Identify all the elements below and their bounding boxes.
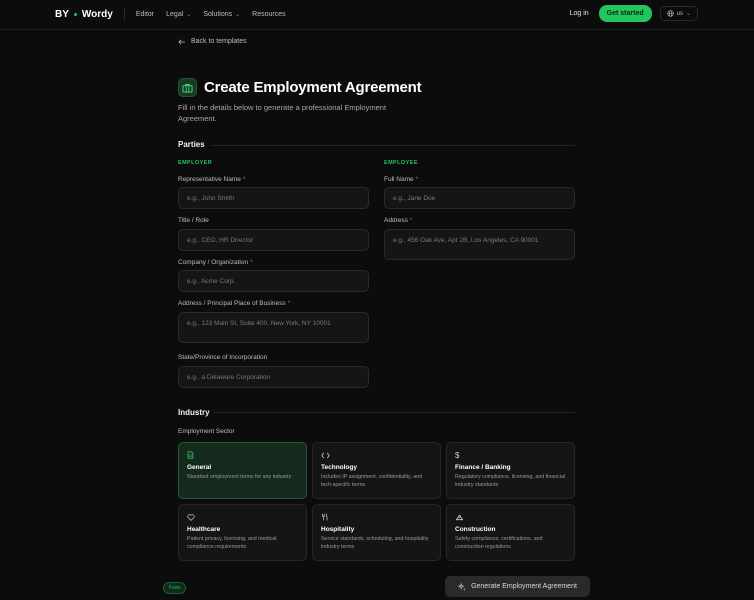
sector-card-desc: Patient privacy, licensing, and medical …: [187, 536, 277, 550]
section-parties-heading: Parties: [178, 140, 205, 149]
nav-link-editor[interactable]: Editor: [136, 11, 154, 18]
required-asterisk: *: [242, 176, 246, 183]
brand-dot: [73, 13, 77, 16]
hardhat-icon: [456, 514, 463, 520]
login-link[interactable]: Log in: [570, 10, 589, 17]
required-asterisk: *: [409, 217, 413, 224]
code-icon: [321, 452, 330, 458]
sector-card-technology[interactable]: Technology Includes IP assignment, confi…: [312, 442, 441, 499]
sector-card-desc: Standard employment terms for any indust…: [187, 474, 292, 480]
arrow-left-icon: [178, 38, 185, 45]
sector-card-desc: Safety compliance, certifications, and c…: [455, 536, 543, 550]
document-icon: [187, 451, 194, 459]
sector-card-hospitality[interactable]: Hospitality Service standards, schedulin…: [312, 504, 441, 561]
nav-link-solutions[interactable]: Solutions ⌄: [203, 11, 240, 18]
brand-left: BY: [55, 9, 69, 20]
nav-links: Editor Legal ⌄ Solutions ⌄ Resources: [136, 11, 286, 18]
sector-card-title: General: [187, 464, 212, 471]
nav-link-label: Editor: [135, 11, 155, 18]
sector-card-desc: Regulatory compliance, licensing, and fi…: [455, 474, 566, 488]
bottom-action-bar: [0, 570, 754, 600]
sector-card-title: Construction: [455, 526, 496, 533]
free-badge: Free: [163, 582, 187, 594]
representative-name-input[interactable]: e.g., John Smith: [178, 187, 369, 209]
nav-link-label: Solutions: [203, 11, 233, 18]
required-asterisk: *: [250, 259, 253, 266]
employee-heading: EMPLOYEE: [384, 160, 418, 166]
sector-card-title: Technology: [321, 464, 357, 471]
section-divider: [214, 412, 575, 413]
nav-link-resources[interactable]: Resources: [252, 11, 285, 18]
employee-address-label: Address *: [384, 217, 412, 224]
nav-link-label: Resources: [252, 11, 286, 18]
sector-card-title: Healthcare: [187, 526, 221, 533]
section-divider: [210, 145, 575, 146]
sector-card-title: Finance / Banking: [455, 464, 511, 471]
language-selector[interactable]: us ⌄: [659, 6, 698, 21]
field-label-text: Address / Principal Place of Business: [178, 300, 286, 307]
state-incorporation-label: State/Province of Incorporation: [178, 354, 267, 361]
generate-label: Generate Employment Agreement: [471, 583, 577, 590]
company-input[interactable]: e.g., Acme Corp.: [178, 270, 369, 292]
title-role-input[interactable]: e.g., CEO, HR Director: [178, 229, 369, 251]
field-label-text: State/Province of Incorporation: [178, 354, 268, 361]
sector-card-title: Hospitality: [321, 526, 355, 533]
sector-card-grid: General Standard employment terms for an…: [178, 442, 575, 561]
brand-right: Wordy: [81, 9, 113, 20]
back-to-templates-link[interactable]: Back to templates: [178, 38, 247, 45]
sector-card-construction[interactable]: Construction Safety compliance, certific…: [446, 504, 575, 561]
nav-link-label: Legal: [166, 11, 184, 18]
page-header: Create Employment Agreement: [178, 78, 422, 97]
sector-card-finance[interactable]: $ Finance / Banking Regulatory complianc…: [446, 442, 575, 499]
back-label: Back to templates: [191, 38, 247, 45]
page-subtitle: Fill in the details below to generate a …: [178, 103, 387, 123]
employment-sector-label: Employment Sector: [178, 428, 235, 435]
chevron-down-icon: ⌄: [685, 11, 691, 17]
field-label-text: Representative Name: [178, 176, 241, 183]
language-label: us: [676, 10, 683, 17]
chevron-down-icon: ⌄: [186, 12, 192, 18]
required-asterisk: *: [415, 176, 419, 183]
utensils-icon: [322, 513, 328, 521]
page-title: Create Employment Agreement: [204, 79, 422, 96]
nav-divider: [123, 8, 125, 21]
field-label-text: Address: [384, 217, 408, 224]
briefcase-icon: [178, 78, 197, 97]
employer-address-textarea[interactable]: e.g., 123 Main St, Suite 400, New York, …: [178, 312, 369, 343]
company-label: Company / Organization *: [178, 259, 253, 266]
heart-icon: [187, 513, 195, 521]
nav-actions: Log in Get started us ⌄: [570, 5, 698, 22]
full-name-label: Full Name *: [384, 176, 418, 183]
sector-card-healthcare[interactable]: Healthcare Patient privacy, licensing, a…: [178, 504, 307, 561]
employer-heading: EMPLOYER: [178, 160, 213, 166]
get-started-button[interactable]: Get started: [598, 5, 652, 22]
sector-card-general[interactable]: General Standard employment terms for an…: [178, 442, 307, 499]
dollar-icon: $: [455, 450, 460, 460]
brand-logo[interactable]: BY Wordy: [55, 9, 113, 20]
state-incorporation-input[interactable]: e.g., a Delaware Corporation: [178, 366, 369, 388]
employee-address-textarea[interactable]: e.g., 456 Oak Ave, Apt 2B, Los Angeles, …: [384, 229, 575, 260]
globe-icon: [667, 10, 674, 17]
generate-button[interactable]: Generate Employment Agreement: [445, 576, 590, 597]
chevron-down-icon: ⌄: [235, 12, 241, 18]
top-nav: BY Wordy Editor Legal ⌄ Solutions ⌄ Resour…: [0, 0, 754, 30]
required-asterisk: *: [287, 300, 291, 307]
full-name-input[interactable]: e.g., Jane Doe: [384, 187, 575, 209]
nav-link-legal[interactable]: Legal ⌄: [166, 11, 191, 18]
sparkles-icon: [458, 582, 466, 590]
field-label-text: Full Name: [384, 176, 414, 183]
employer-address-label: Address / Principal Place of Business *: [178, 300, 290, 307]
section-industry-heading: Industry: [178, 408, 210, 417]
representative-name-label: Representative Name *: [178, 176, 245, 183]
field-label-text: Title / Role: [178, 217, 209, 224]
title-role-label: Title / Role: [178, 217, 209, 224]
sector-card-desc: Includes IP assignment, confidentiality,…: [321, 474, 423, 488]
sector-card-desc: Service standards, scheduling, and hospi…: [321, 536, 429, 550]
field-label-text: Company / Organization: [178, 259, 249, 266]
